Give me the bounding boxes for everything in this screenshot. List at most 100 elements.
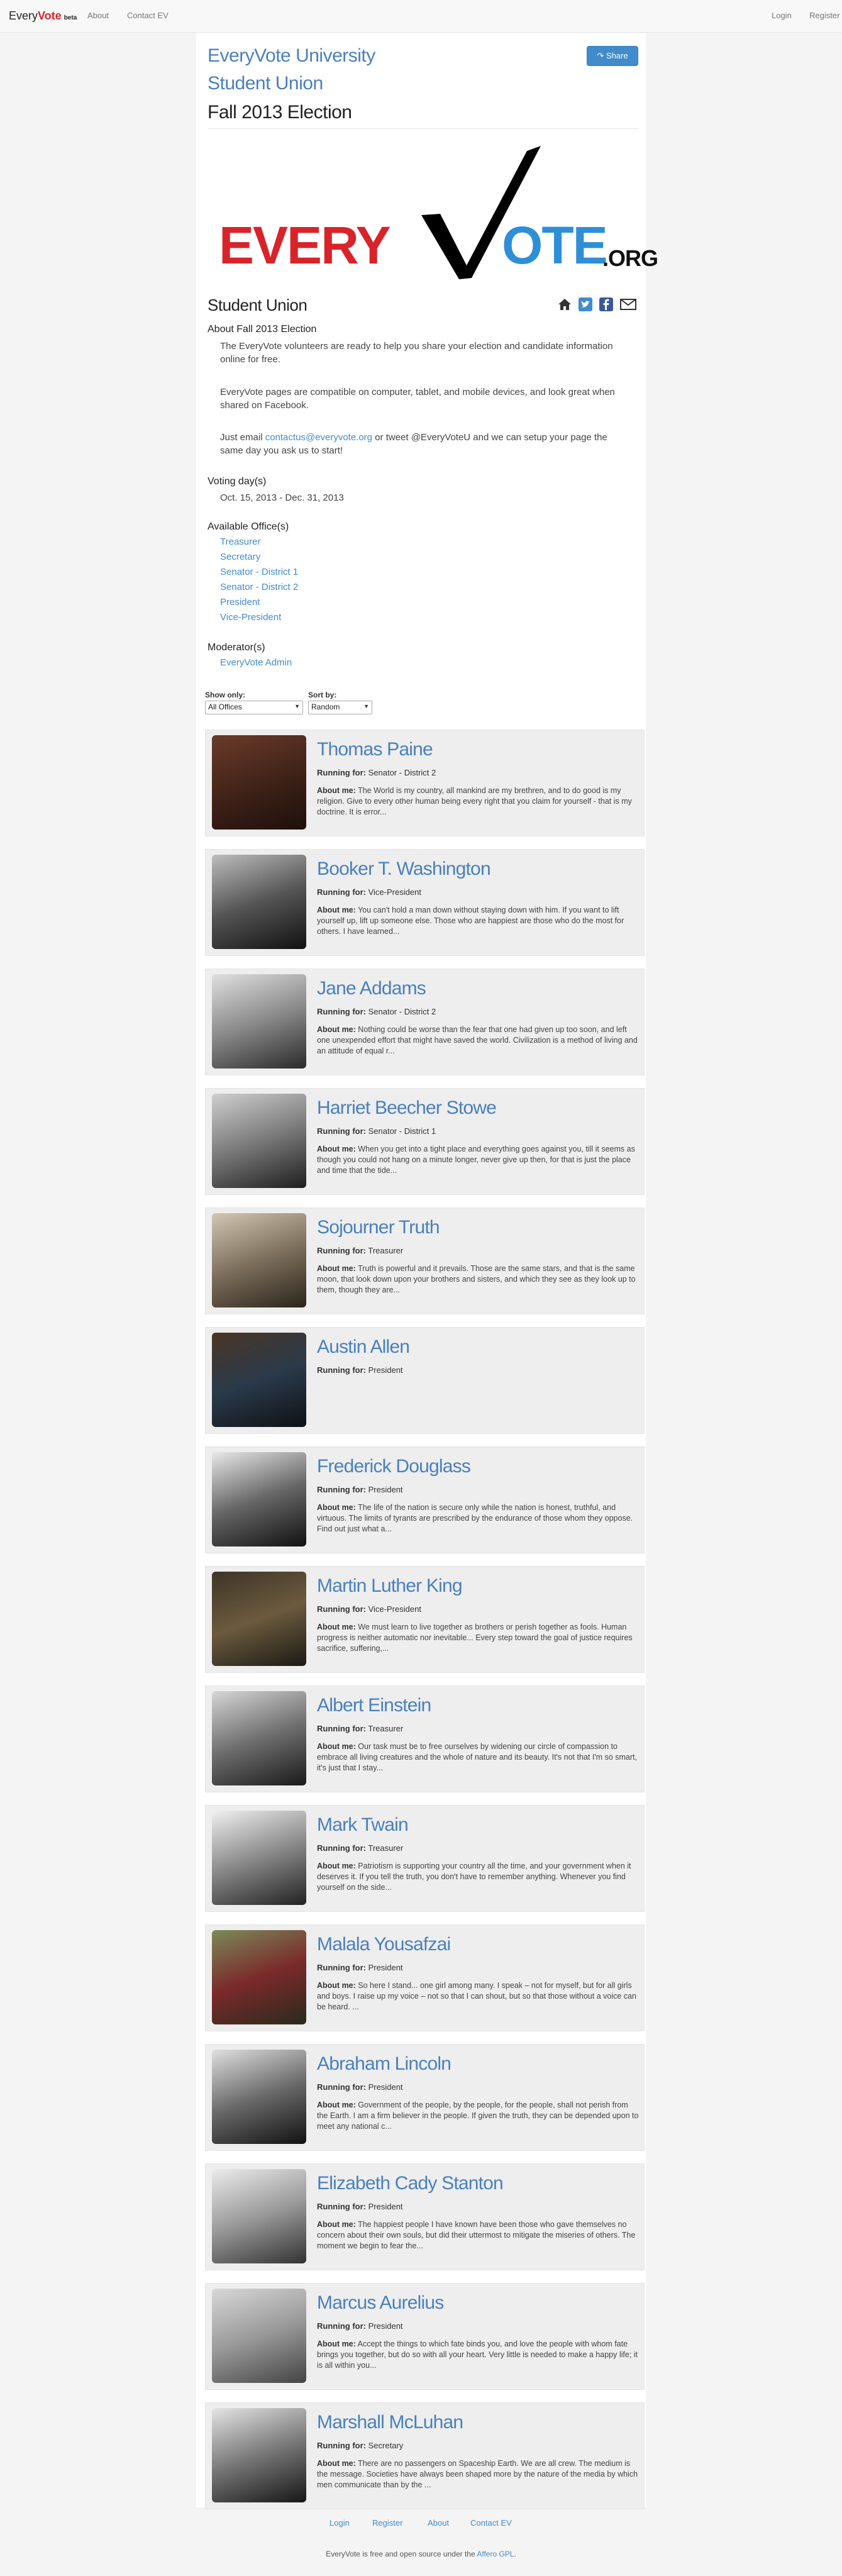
candidate-photo[interactable] [212,2050,306,2144]
candidate-name[interactable]: Harriet Beecher Stowe [317,1097,497,1119]
candidate-card[interactable]: Sojourner Truth Running for: Treasurer Abo… [205,1208,645,1314]
university-link[interactable]: EveryVote University [208,45,375,67]
home-icon[interactable] [557,297,573,313]
para3-pre: Just email [220,432,265,443]
candidate-card[interactable]: Abraham Lincoln Running for: President Abo… [205,2044,645,2151]
candidate-name[interactable]: Booker T. Washington [317,858,491,880]
candidate-card[interactable]: Austin Allen Running for: President [205,1327,645,1434]
candidate-photo[interactable] [212,1094,306,1188]
candidate-photo[interactable] [212,1213,306,1307]
contact-email-link[interactable]: contactus@everyvote.org [265,432,372,443]
candidate-photo[interactable] [212,2289,306,2383]
candidate-running-for: Running for: President [317,1365,403,1375]
offices-label: Available Office(s) [208,521,289,532]
candidate-name[interactable]: Malala Yousafzai [317,1934,451,1955]
candidate-card[interactable]: Marcus Aurelius Running for: President Abo… [205,2283,645,2390]
office-link-secretary[interactable]: Secretary [220,552,260,562]
candidate-name[interactable]: Abraham Lincoln [317,2053,451,2075]
sort-by-select[interactable]: Random ▼ [308,701,372,714]
candidate-photo[interactable] [212,735,306,830]
about-me-label: About me: [317,2220,356,2229]
candidate-card[interactable]: Albert Einstein Running for: Treasurer Abo… [205,1685,645,1792]
candidate-card[interactable]: Marshall McLuhan Running for: Secretary Ab… [205,2402,645,2509]
candidate-name[interactable]: Mark Twain [317,1814,409,1836]
candidate-photo[interactable] [212,855,306,949]
running-for-label: Running for: [317,2441,366,2450]
candidate-card[interactable]: Frederick Douglass Running for: President… [205,1446,645,1553]
about-me-label: About me: [317,1862,356,1870]
nav-about[interactable]: About [87,11,109,20]
candidate-card[interactable]: Mark Twain Running for: Treasurer About me… [205,1805,645,1912]
chevron-down-icon: ▼ [363,703,369,709]
candidate-photo[interactable] [212,2408,306,2502]
candidate-name[interactable]: Elizabeth Cady Stanton [317,2173,504,2194]
candidate-running-for: Running for: Senator - District 1 [317,1126,436,1136]
about-me-label: About me: [317,1623,356,1631]
footer-text-pre: EveryVote is free and open source under … [326,2550,477,2558]
about-me-label: About me: [317,1503,356,1512]
candidate-card[interactable]: Harriet Beecher Stowe Running for: Senato… [205,1088,645,1195]
candidate-name[interactable]: Austin Allen [317,1336,410,1358]
candidate-name[interactable]: Marshall McLuhan [317,2412,463,2433]
about-me-text: Accept the things to which fate binds yo… [317,2340,638,2370]
brand-beta: beta [64,14,77,21]
candidate-card[interactable]: Elizabeth Cady Stanton Running for: Presi… [205,2163,645,2270]
office-link-treasurer[interactable]: Treasurer [220,536,260,547]
about-me-label: About me: [317,1145,356,1153]
candidate-about: About me: Government of the people, by t… [317,2100,641,2132]
candidate-running-for: Running for: Senator - District 2 [317,768,436,777]
office-link-senator-2[interactable]: Senator - District 2 [220,582,298,592]
candidate-card[interactable]: Malala Yousafzai Running for: President Ab… [205,1924,645,2031]
about-me-text: Government of the people, by the people,… [317,2101,639,2131]
brand-vote: Vote [38,9,62,22]
running-for-label: Running for: [317,1604,366,1614]
brand-logo[interactable]: EveryVote beta [9,9,77,23]
moderator-link[interactable]: EveryVote Admin [220,657,292,668]
candidate-photo[interactable] [212,974,306,1069]
candidate-about: About me: Patriotism is supporting your … [317,1861,641,1893]
about-election-label: About Fall 2013 Election [208,324,317,335]
nav-register[interactable]: Register [809,11,839,20]
office-link-vice-president[interactable]: Vice-President [220,612,281,623]
candidate-photo[interactable] [212,1333,306,1427]
twitter-icon[interactable] [578,297,594,313]
candidate-card[interactable]: Martin Luther King Running for: Vice-Pres… [205,1566,645,1673]
candidate-card[interactable]: Jane Addams Running for: Senator - Distri… [205,969,645,1075]
nav-login[interactable]: Login [772,11,792,20]
candidate-name[interactable]: Albert Einstein [317,1695,431,1716]
candidate-name[interactable]: Marcus Aurelius [317,2292,444,2314]
footer-contact[interactable]: Contact EV [470,2518,512,2528]
show-only-select[interactable]: All Offices ▼ [205,701,303,714]
candidate-card[interactable]: Booker T. Washington Running for: Vice-Pr… [205,849,645,956]
footer-register[interactable]: Register [372,2518,402,2528]
license-link[interactable]: Affero GPL [477,2550,514,2558]
office-link-president[interactable]: President [220,597,260,608]
divider [208,128,638,129]
candidate-name[interactable]: Martin Luther King [317,1575,463,1597]
about-me-text: We must learn to live together as brothe… [317,1623,633,1653]
candidate-photo[interactable] [212,1572,306,1666]
voting-days-label: Voting day(s) [208,476,267,487]
share-button[interactable]: ↷ Share [587,46,638,66]
office-link-senator-1[interactable]: Senator - District 1 [220,567,298,577]
footer-login[interactable]: Login [330,2518,350,2528]
candidate-photo[interactable] [212,1811,306,1905]
org-link[interactable]: Student Union [208,73,323,94]
about-paragraph-1: The EveryVote volunteers are ready to he… [220,341,613,365]
email-icon[interactable] [619,297,638,313]
candidate-photo[interactable] [212,2169,306,2263]
candidate-photo[interactable] [212,1930,306,2024]
footer-about[interactable]: About [428,2518,449,2528]
about-me-label: About me: [317,2101,356,2109]
candidate-office: Secretary [368,2441,404,2450]
facebook-icon[interactable] [599,297,615,313]
candidate-photo[interactable] [212,1691,306,1785]
running-for-label: Running for: [317,2082,366,2092]
candidate-name[interactable]: Thomas Paine [317,739,433,760]
candidate-name[interactable]: Frederick Douglass [317,1456,471,1477]
candidate-name[interactable]: Sojourner Truth [317,1217,440,1238]
nav-contact[interactable]: Contact EV [127,11,169,20]
candidate-card[interactable]: Thomas Paine Running for: Senator - Distr… [205,730,645,836]
candidate-photo[interactable] [212,1452,306,1546]
candidate-name[interactable]: Jane Addams [317,978,426,999]
